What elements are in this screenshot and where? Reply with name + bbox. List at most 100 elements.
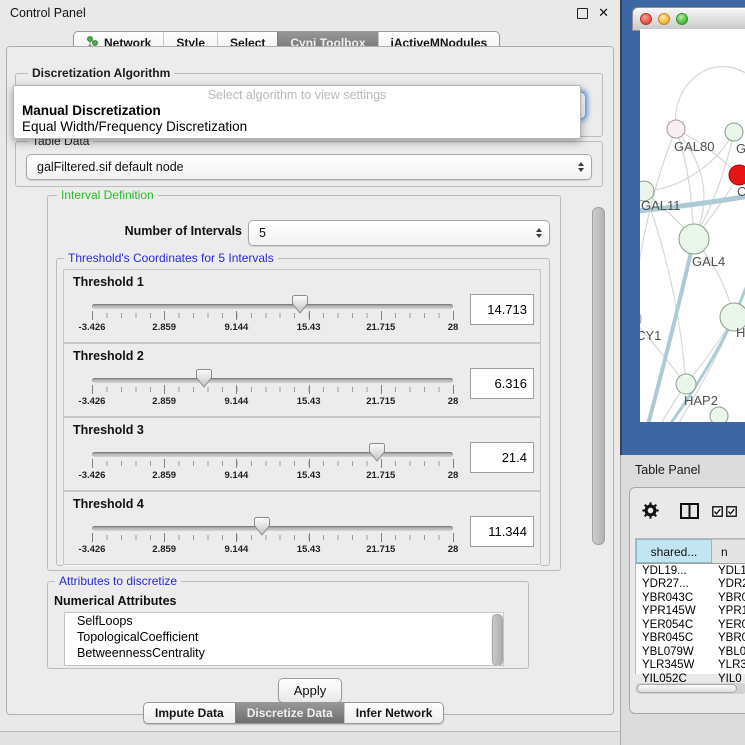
threshold-slider[interactable]: -3.4262.8599.14415.4321.71528 [92, 368, 453, 414]
control-panel-window: Control Panel ✕ NetworkStyleSelectCyni T… [0, 0, 620, 732]
slider-tick-label: -3.426 [79, 396, 106, 407]
slider-thumb-icon[interactable] [253, 517, 270, 541]
attribute-list-item[interactable]: BetweennessCentrality [65, 645, 503, 661]
slider-track[interactable] [92, 304, 453, 309]
table-row[interactable]: YER054C YER0 [636, 618, 745, 632]
cell-name[interactable]: YDR2 [712, 578, 745, 590]
slider-major-tick [236, 533, 237, 542]
network-node-pink[interactable] [667, 120, 685, 138]
cell-name[interactable]: YPR1 [712, 605, 745, 617]
table-row[interactable]: YBL079W YBL0 [636, 645, 745, 659]
number-of-intervals-combobox[interactable]: 5 [248, 220, 550, 246]
cell-name[interactable]: YBR0 [712, 592, 745, 604]
slider-track[interactable] [92, 526, 453, 531]
slider-thumb-icon[interactable] [369, 443, 386, 467]
network-node-green[interactable] [725, 123, 743, 141]
slider-tick-label: 21.715 [366, 544, 395, 555]
number-of-intervals-value: 5 [259, 226, 266, 240]
network-node-green[interactable] [676, 374, 696, 394]
threshold-slider[interactable]: -3.4262.8599.14415.4321.71528 [92, 442, 453, 488]
table-row[interactable]: YBR043C YBR0 [636, 591, 745, 605]
cell-shared-name[interactable]: YBR043C [636, 592, 712, 604]
popup-item-equal-width-frequency[interactable]: Equal Width/Frequency Discretization [22, 119, 247, 134]
float-window-icon[interactable] [577, 8, 588, 19]
cell-name[interactable]: YLR3 [712, 659, 745, 671]
attribute-list-item[interactable]: TopologicalCoefficient [65, 629, 503, 645]
popup-item-manual-discretization[interactable]: Manual Discretization [22, 103, 161, 118]
column-header-name[interactable]: n [712, 539, 745, 563]
attributes-group: Attributes to discretize Numerical Attri… [47, 581, 529, 669]
minimize-traffic-light-icon[interactable] [658, 13, 670, 25]
threshold-slider[interactable]: -3.4262.8599.14415.4321.71528 [92, 294, 453, 340]
slider-major-tick [381, 459, 382, 468]
zoom-traffic-light-icon[interactable] [676, 13, 688, 25]
network-edge[interactable] [640, 129, 676, 319]
cell-name[interactable]: YBR0 [712, 632, 745, 644]
cell-shared-name[interactable]: YDL19... [636, 565, 712, 577]
apply-button[interactable]: Apply [278, 678, 342, 703]
checkbox-icon[interactable] [726, 506, 737, 517]
slider-thumb-icon[interactable] [195, 369, 212, 393]
slider-major-tick [453, 311, 454, 320]
slider-tick-label: 21.715 [366, 396, 395, 407]
network-view-window: GAL80G.CGAL11GAL4GCY1HHAP2 [620, 0, 745, 455]
slider-major-tick [92, 385, 93, 394]
table-horizontal-scrollbar[interactable] [635, 683, 745, 694]
network-edge[interactable] [675, 66, 745, 129]
column-header-shared-name[interactable]: shared... [636, 539, 712, 563]
threshold-value-field[interactable]: 14.713 [470, 294, 534, 325]
cell-shared-name[interactable]: YBL079W [636, 646, 712, 658]
network-node-green[interactable] [640, 310, 641, 328]
slider-tick-label: -3.426 [79, 544, 106, 555]
slider-tick-label: 15.43 [297, 470, 321, 481]
threshold-panel: Threshold 3 -3.4262.8599.14415.4321.7152… [63, 417, 541, 491]
slider-track[interactable] [92, 452, 453, 457]
table-row[interactable]: YPR145W YPR1 [636, 605, 745, 619]
slider-major-tick [236, 385, 237, 394]
cell-shared-name[interactable]: YLR345W [636, 659, 712, 671]
network-canvas[interactable]: GAL80G.CGAL11GAL4GCY1HHAP2 [640, 29, 745, 422]
attribute-list-item[interactable]: SelfLoops [65, 613, 503, 629]
table-row[interactable]: YDL19... YDL1 [636, 564, 745, 578]
slider-track[interactable] [92, 378, 453, 383]
cell-name[interactable]: YER0 [712, 619, 745, 631]
tab-impute-data[interactable]: Impute Data [144, 703, 235, 723]
split-view-icon[interactable] [680, 503, 699, 519]
slider-tick-label: 28 [448, 396, 459, 407]
network-node-green[interactable] [710, 407, 728, 422]
cell-shared-name[interactable]: YPR145W [636, 605, 712, 617]
slider-major-tick [164, 311, 165, 320]
slider-tick-label: 21.715 [366, 322, 395, 333]
gear-icon[interactable] [642, 502, 659, 519]
cell-shared-name[interactable]: YDR27... [636, 578, 712, 590]
cell-name[interactable]: YBL0 [712, 646, 745, 658]
network-node-green[interactable] [679, 224, 709, 254]
combo-arrows-icon [536, 228, 542, 238]
table-row[interactable]: YDR27... YDR2 [636, 578, 745, 592]
close-traffic-light-icon[interactable] [640, 13, 652, 25]
threshold-value-field[interactable]: 21.4 [470, 442, 534, 473]
threshold-value-field[interactable]: 11.344 [470, 516, 534, 547]
table-row[interactable]: YLR345W YLR3 [636, 659, 745, 673]
cyni-bottom-tabbar: Impute DataDiscretize DataInfer Network [143, 702, 444, 724]
list-scrollbar[interactable] [491, 614, 502, 664]
cell-shared-name[interactable]: YBR045C [636, 632, 712, 644]
network-window-titlebar[interactable] [632, 7, 745, 31]
numerical-attributes-list[interactable]: SelfLoopsTopologicalCoefficientBetweenne… [64, 612, 504, 666]
checkbox-icon[interactable] [712, 506, 723, 517]
network-node-red[interactable] [729, 165, 745, 185]
tab-infer-network[interactable]: Infer Network [344, 703, 444, 723]
cell-name[interactable]: YDL1 [712, 565, 745, 577]
table-panel: shared... n YDL19... YDL1 YDR27... YDR2 … [629, 487, 745, 714]
threshold-value-field[interactable]: 6.316 [470, 368, 534, 399]
threshold-slider[interactable]: -3.4262.8599.14415.4321.71528 [92, 516, 453, 562]
settings-scrollbar[interactable] [590, 195, 605, 663]
slider-major-tick [381, 385, 382, 394]
cell-shared-name[interactable]: YER054C [636, 619, 712, 631]
table-data-combobox[interactable]: galFiltered.sif default node [26, 154, 592, 180]
slider-thumb-icon[interactable] [292, 295, 309, 319]
table-row[interactable]: YBR045C YBR0 [636, 632, 745, 646]
close-window-icon[interactable]: ✕ [598, 5, 609, 21]
tab-discretize-data[interactable]: Discretize Data [235, 703, 344, 723]
slider-minor-ticks [92, 461, 454, 466]
